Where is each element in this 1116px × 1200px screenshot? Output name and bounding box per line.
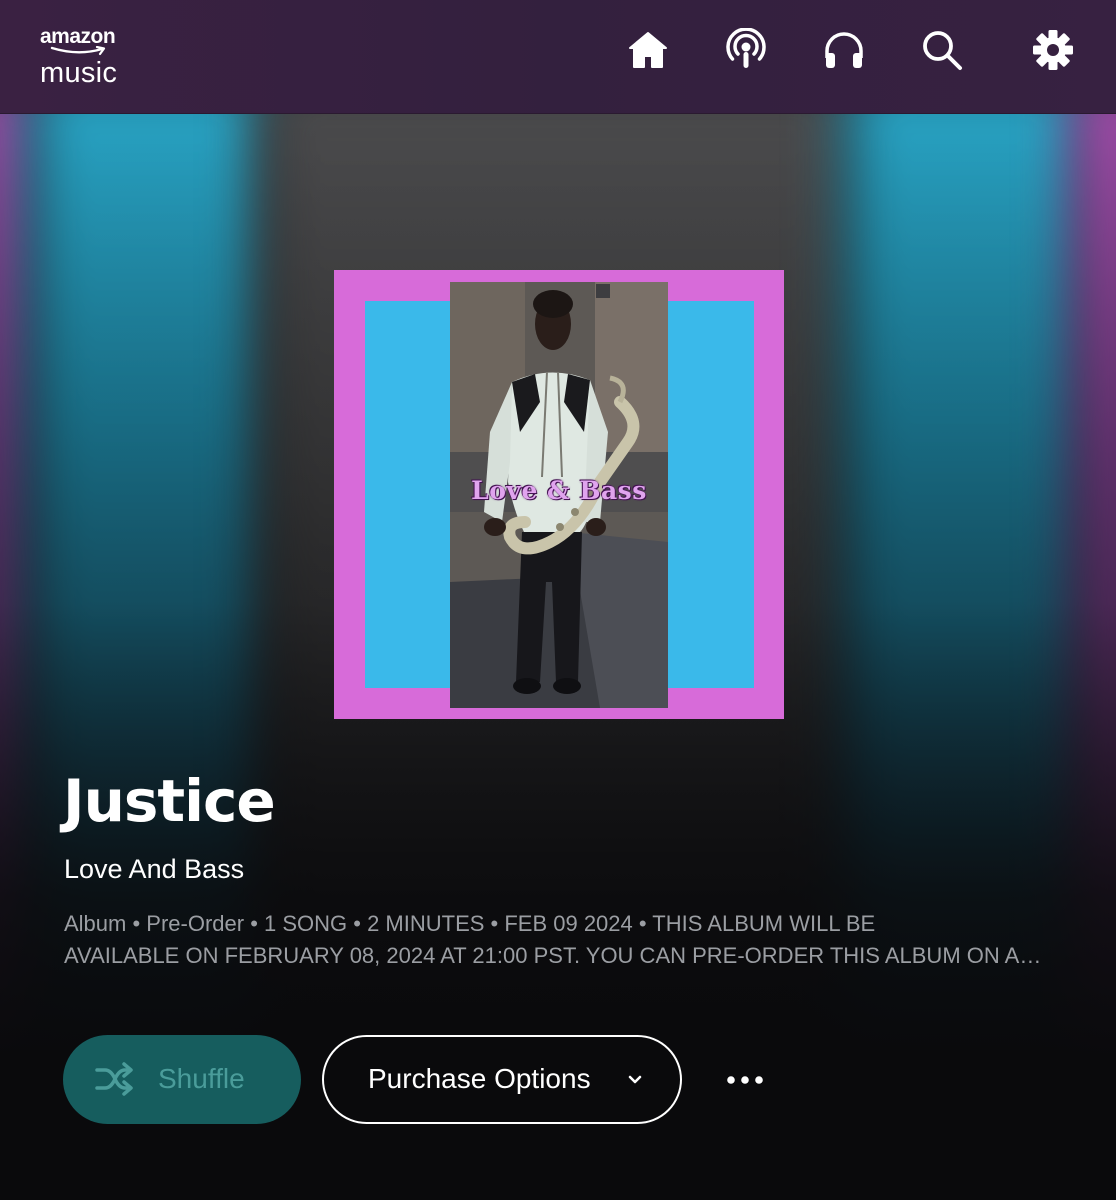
chevron-down-icon <box>628 1075 642 1084</box>
cover-title-text: Love & Bass <box>471 476 647 505</box>
podcast-icon[interactable] <box>724 28 768 72</box>
purchase-options-button[interactable]: Purchase Options <box>322 1035 682 1124</box>
more-options-button[interactable] <box>722 1060 768 1100</box>
album-title: Justice <box>63 767 276 835</box>
shuffle-label: Shuffle <box>158 1063 245 1094</box>
search-icon[interactable] <box>920 28 964 72</box>
shuffle-icon <box>95 1062 133 1096</box>
headphones-icon[interactable] <box>822 28 866 72</box>
metadata-line-1: Album • Pre-Order • 1 SONG • 2 MINUTES •… <box>64 911 876 936</box>
metadata-line-2: AVAILABLE ON FEBRUARY 08, 2024 AT 21:00 … <box>64 943 1054 968</box>
top-navigation-bar: amazon music <box>0 0 1116 114</box>
artist-name-link[interactable]: Love And Bass <box>64 852 244 886</box>
album-metadata[interactable]: Album • Pre-Order • 1 SONG • 2 MINUTES •… <box>64 908 1054 972</box>
logo-amazon-text: amazon <box>40 25 116 48</box>
home-icon[interactable] <box>626 28 670 72</box>
amazon-music-logo[interactable]: amazon music <box>40 26 150 96</box>
amazon-smile-icon <box>50 46 106 56</box>
settings-gear-icon[interactable] <box>1031 28 1075 72</box>
album-cover-art[interactable]: Love & Bass <box>334 270 784 719</box>
logo-music-text: music <box>40 57 118 89</box>
shuffle-button[interactable]: Shuffle <box>63 1035 301 1124</box>
more-dots-icon <box>727 1076 763 1084</box>
purchase-options-label: Purchase Options <box>368 1063 591 1094</box>
